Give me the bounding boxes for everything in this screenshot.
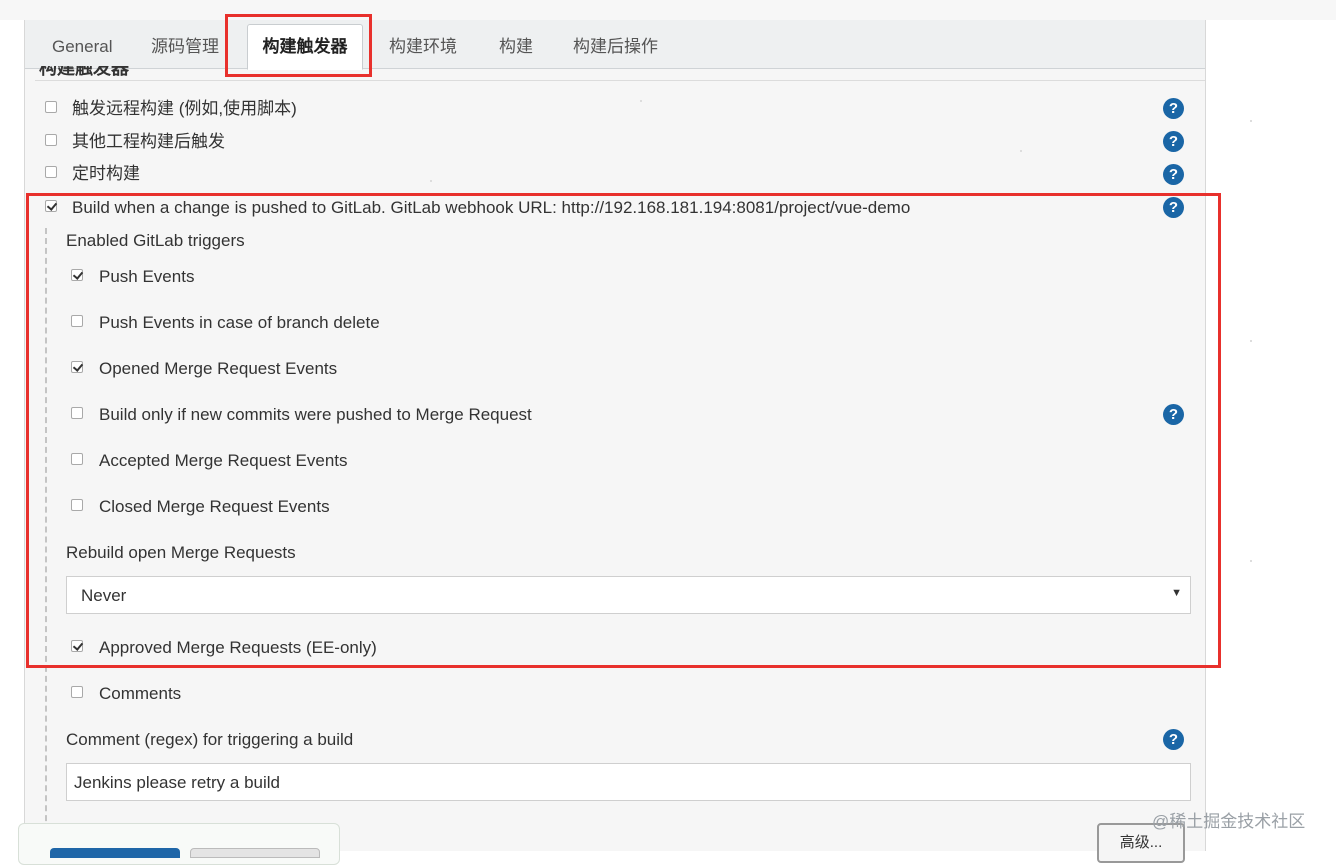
help-icon[interactable]: ? — [1163, 729, 1184, 750]
comment-regex-label: Comment (regex) for triggering a build — [66, 730, 354, 749]
tab-general[interactable]: General — [52, 34, 112, 64]
new-commits-mr-checkbox[interactable] — [71, 407, 83, 419]
comment-regex-value: Jenkins please retry a build — [74, 773, 281, 792]
enabled-gitlab-triggers-label: Enabled GitLab triggers — [66, 231, 245, 250]
remote-trigger-checkbox[interactable] — [45, 101, 57, 113]
push-branch-delete-checkbox[interactable] — [71, 315, 83, 327]
opened-mr-events-checkbox[interactable] — [71, 361, 83, 373]
help-icon[interactable]: ? — [1163, 98, 1184, 119]
tab-source-control[interactable]: 源码管理 — [151, 34, 219, 64]
bg-dot — [640, 100, 642, 102]
bg-dot — [1250, 120, 1252, 122]
tab-build-triggers[interactable]: 构建触发器 — [247, 24, 363, 70]
gitlab-push-trigger-label: Build when a change is pushed to GitLab.… — [72, 198, 911, 217]
save-button[interactable] — [50, 848, 180, 858]
bg-dot — [1020, 150, 1022, 152]
closed-mr-events-label: Closed Merge Request Events — [99, 497, 330, 516]
apply-button[interactable] — [190, 848, 320, 858]
push-events-checkbox[interactable] — [71, 269, 83, 281]
chevron-down-icon: ▼ — [1171, 587, 1182, 599]
bg-dot — [160, 100, 162, 102]
rebuild-open-mr-value: Never — [81, 586, 127, 605]
help-icon[interactable]: ? — [1163, 164, 1184, 185]
gitlab-push-trigger-checkbox[interactable] — [45, 200, 57, 212]
comments-label: Comments — [99, 684, 182, 703]
rebuild-open-mr-select[interactable]: Never ▼ — [66, 576, 1191, 614]
comments-checkbox[interactable] — [71, 686, 83, 698]
accepted-mr-events-checkbox[interactable] — [71, 453, 83, 465]
opened-mr-events-label: Opened Merge Request Events — [99, 359, 338, 378]
help-icon[interactable]: ? — [1163, 404, 1184, 425]
nested-options-guide — [45, 228, 47, 851]
periodic-build-label: 定时构建 — [72, 164, 140, 183]
periodic-build-checkbox[interactable] — [45, 166, 57, 178]
watermark: @稀土掘金技术社区 — [1152, 812, 1306, 831]
section-divider — [35, 80, 1205, 81]
closed-mr-events-checkbox[interactable] — [71, 499, 83, 511]
rebuild-open-mr-label: Rebuild open Merge Requests — [66, 543, 296, 562]
accepted-mr-events-label: Accepted Merge Request Events — [99, 451, 348, 470]
upstream-trigger-checkbox[interactable] — [45, 134, 57, 146]
approved-mr-label: Approved Merge Requests (EE-only) — [99, 638, 377, 657]
tab-build-environment[interactable]: 构建环境 — [389, 34, 457, 64]
approved-mr-checkbox[interactable] — [71, 640, 83, 652]
tab-bar: General 源码管理 构建触发器 构建环境 构建 构建后操作 — [25, 20, 1205, 70]
bg-dot — [1250, 340, 1252, 342]
bottom-action-bar — [18, 823, 340, 865]
help-icon[interactable]: ? — [1163, 197, 1184, 218]
config-panel: General 源码管理 构建触发器 构建环境 构建 构建后操作 构建触发器 触… — [24, 20, 1206, 851]
remote-trigger-label: 触发远程构建 (例如,使用脚本) — [72, 99, 297, 118]
help-icon[interactable]: ? — [1163, 131, 1184, 152]
push-events-label: Push Events — [99, 267, 195, 286]
tab-post-build[interactable]: 构建后操作 — [573, 34, 658, 64]
bg-dot — [430, 180, 432, 182]
upstream-trigger-label: 其他工程构建后触发 — [72, 132, 225, 151]
top-strip — [0, 0, 1336, 20]
bg-dot — [1250, 560, 1252, 562]
section-heading: 构建触发器 — [39, 66, 129, 76]
new-commits-mr-label: Build only if new commits were pushed to… — [99, 405, 532, 424]
comment-regex-input[interactable]: Jenkins please retry a build — [66, 763, 1191, 801]
push-branch-delete-label: Push Events in case of branch delete — [99, 313, 380, 332]
tab-build[interactable]: 构建 — [499, 34, 533, 64]
